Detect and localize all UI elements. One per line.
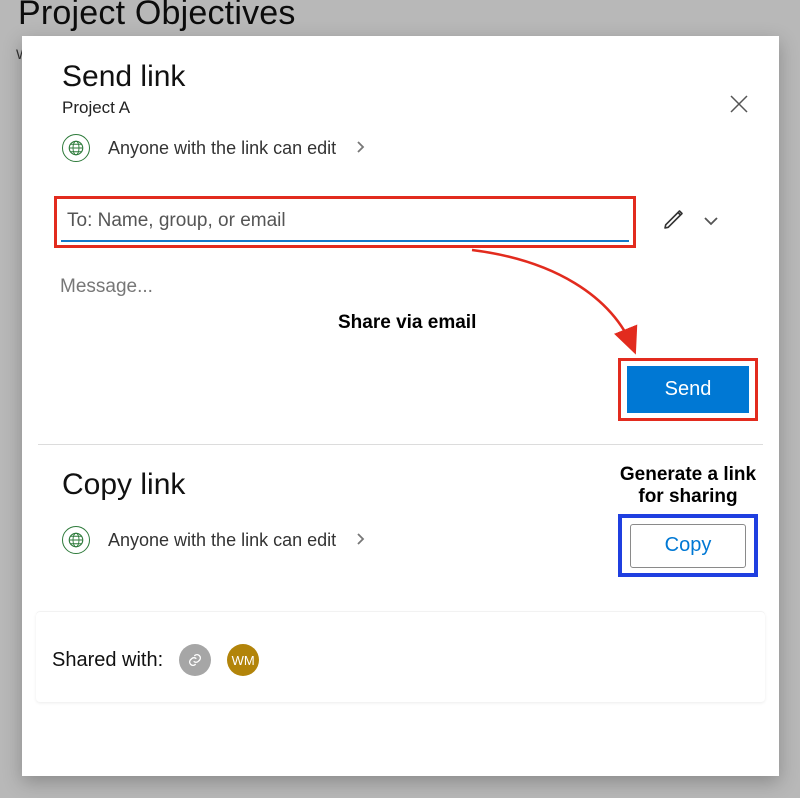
globe-icon <box>62 526 90 554</box>
chevron-right-icon <box>356 138 366 159</box>
edit-recipients-button[interactable] <box>662 207 686 231</box>
link-settings-row[interactable]: Anyone with the link can edit <box>62 134 366 162</box>
globe-icon <box>62 134 90 162</box>
to-field-highlight <box>54 196 636 248</box>
recipients-dropdown[interactable] <box>702 212 720 230</box>
shared-with-label: Shared with: <box>52 649 163 672</box>
send-button[interactable]: Send <box>627 366 749 413</box>
copy-button-highlight: Copy <box>618 514 758 577</box>
annotation-generate-link-l1: Generate a link <box>608 464 768 486</box>
shared-link-avatar[interactable] <box>179 644 211 676</box>
to-input[interactable] <box>61 202 629 242</box>
link-permission-text: Anyone with the link can edit <box>108 138 336 159</box>
annotation-share-email: Share via email <box>338 312 476 334</box>
copy-link-permission-text: Anyone with the link can edit <box>108 530 336 551</box>
copy-link-settings-row[interactable]: Anyone with the link can edit <box>62 526 366 554</box>
copy-button[interactable]: Copy <box>630 524 746 568</box>
pencil-icon <box>662 207 686 231</box>
annotation-generate-link-l2: for sharing <box>608 486 768 508</box>
send-link-subtitle: Project A <box>62 98 130 118</box>
close-icon <box>727 92 751 116</box>
link-icon <box>187 652 203 668</box>
chevron-right-icon <box>356 530 366 551</box>
send-link-title: Send link <box>62 60 185 94</box>
close-button[interactable] <box>727 92 751 116</box>
send-button-highlight: Send <box>618 358 758 421</box>
copy-link-title: Copy link <box>62 468 185 502</box>
message-input[interactable] <box>60 272 620 302</box>
section-divider-1 <box>38 444 763 445</box>
share-dialog: Send link Project A Anyone with the link… <box>22 36 779 776</box>
chevron-down-icon <box>702 212 720 230</box>
shared-with-row: Shared with: WM <box>52 644 259 676</box>
shared-user-avatar[interactable]: WM <box>227 644 259 676</box>
